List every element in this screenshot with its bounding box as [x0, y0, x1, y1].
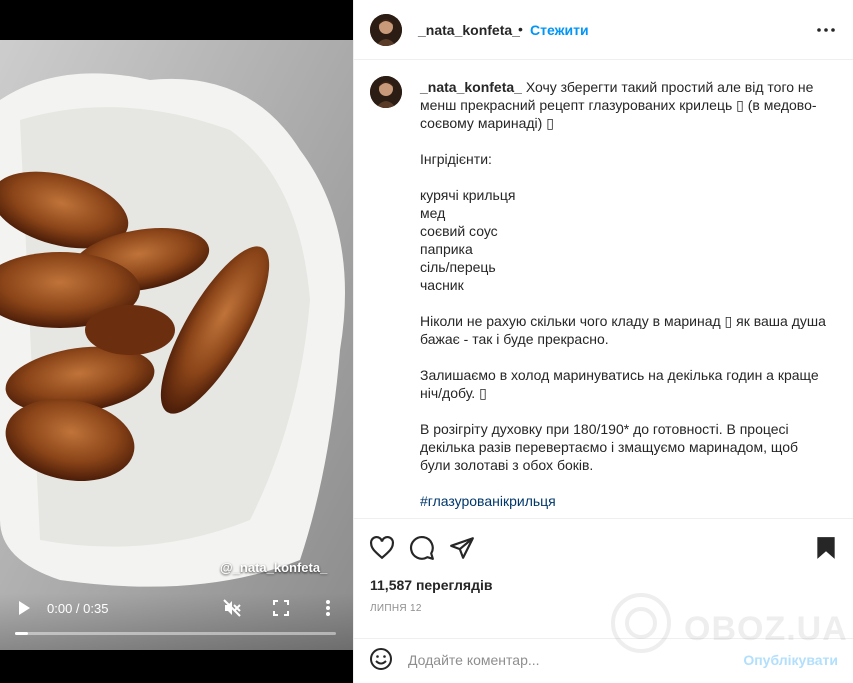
fullscreen-icon — [273, 600, 289, 616]
share-button[interactable] — [449, 535, 475, 561]
caption-paragraph: Залишаємо в холод маринуватись на декіль… — [420, 367, 819, 401]
post-date[interactable]: ЛИПНЯ 12 — [370, 603, 422, 614]
heart-icon — [370, 535, 394, 560]
post-options-button[interactable] — [816, 20, 836, 40]
ingredient-item: часник — [420, 277, 464, 293]
more-horizontal-icon — [817, 28, 835, 32]
video-options-button[interactable] — [318, 598, 338, 618]
fullscreen-button[interactable] — [271, 598, 291, 618]
follow-button[interactable]: Стежити — [530, 22, 589, 38]
post-sidebar: _nata_konfeta_ • Стежити _nata_konfeta_ … — [353, 0, 853, 683]
save-button[interactable] — [813, 535, 839, 561]
like-button[interactable] — [369, 535, 395, 561]
ingredient-item: соєвий соус — [420, 223, 498, 239]
play-button[interactable] — [14, 598, 34, 618]
video-player[interactable]: @_nata_konfeta_ 0:00 / 0:35 — [0, 0, 353, 683]
video-time: 0:00 / 0:35 — [47, 601, 109, 616]
comment-icon — [410, 536, 434, 560]
avatar-image — [370, 76, 402, 108]
comment-input[interactable] — [408, 649, 738, 671]
ingredient-item: паприка — [420, 241, 473, 257]
caption-paragraph: В розігріту духовку при 180/190* до гото… — [420, 421, 799, 473]
header-username[interactable]: _nata_konfeta_ — [418, 22, 520, 38]
mute-button[interactable] — [222, 598, 242, 618]
post-header: _nata_konfeta_ • Стежити — [354, 0, 853, 60]
more-vertical-icon — [326, 600, 330, 616]
caption-username[interactable]: _nata_konfeta_ — [420, 79, 522, 95]
ingredient-item: курячі крильця — [420, 187, 516, 203]
views-count[interactable]: 11,587 переглядів — [370, 577, 492, 593]
caption-section: _nata_konfeta_ Хочу зберегти такий прост… — [354, 60, 853, 518]
ingredient-item: сіль/перець — [420, 259, 496, 275]
emoji-button[interactable] — [369, 647, 395, 673]
caption-paragraph: Ніколи не рахую скільки чого кладу в мар… — [420, 313, 826, 347]
post-actions: 11,587 переглядів ЛИПНЯ 12 — [354, 518, 853, 638]
play-icon — [19, 601, 30, 615]
caption-text: _nata_konfeta_ Хочу зберегти такий прост… — [420, 78, 830, 510]
header-separator: • — [518, 21, 523, 37]
share-icon — [450, 537, 474, 559]
mute-icon — [223, 599, 241, 617]
avatar-image — [370, 14, 402, 46]
hashtag-link[interactable]: #глазурованікрильця — [420, 492, 830, 510]
bookmark-icon — [817, 537, 835, 559]
publish-button[interactable]: Опублікувати — [743, 652, 838, 668]
ingredient-item: мед — [420, 205, 446, 221]
comment-button[interactable] — [409, 535, 435, 561]
emoji-icon — [370, 648, 392, 670]
comment-bar: Опублікувати — [354, 638, 853, 683]
video-progress-fill — [15, 632, 28, 635]
caption-avatar[interactable] — [370, 76, 402, 108]
video-progress-bar[interactable] — [15, 632, 336, 635]
ingredients-title: Інгрідієнти: — [420, 151, 492, 167]
video-frame-image — [0, 0, 353, 683]
video-overlay-handle: @_nata_konfeta_ — [220, 560, 328, 575]
avatar[interactable] — [370, 14, 402, 46]
